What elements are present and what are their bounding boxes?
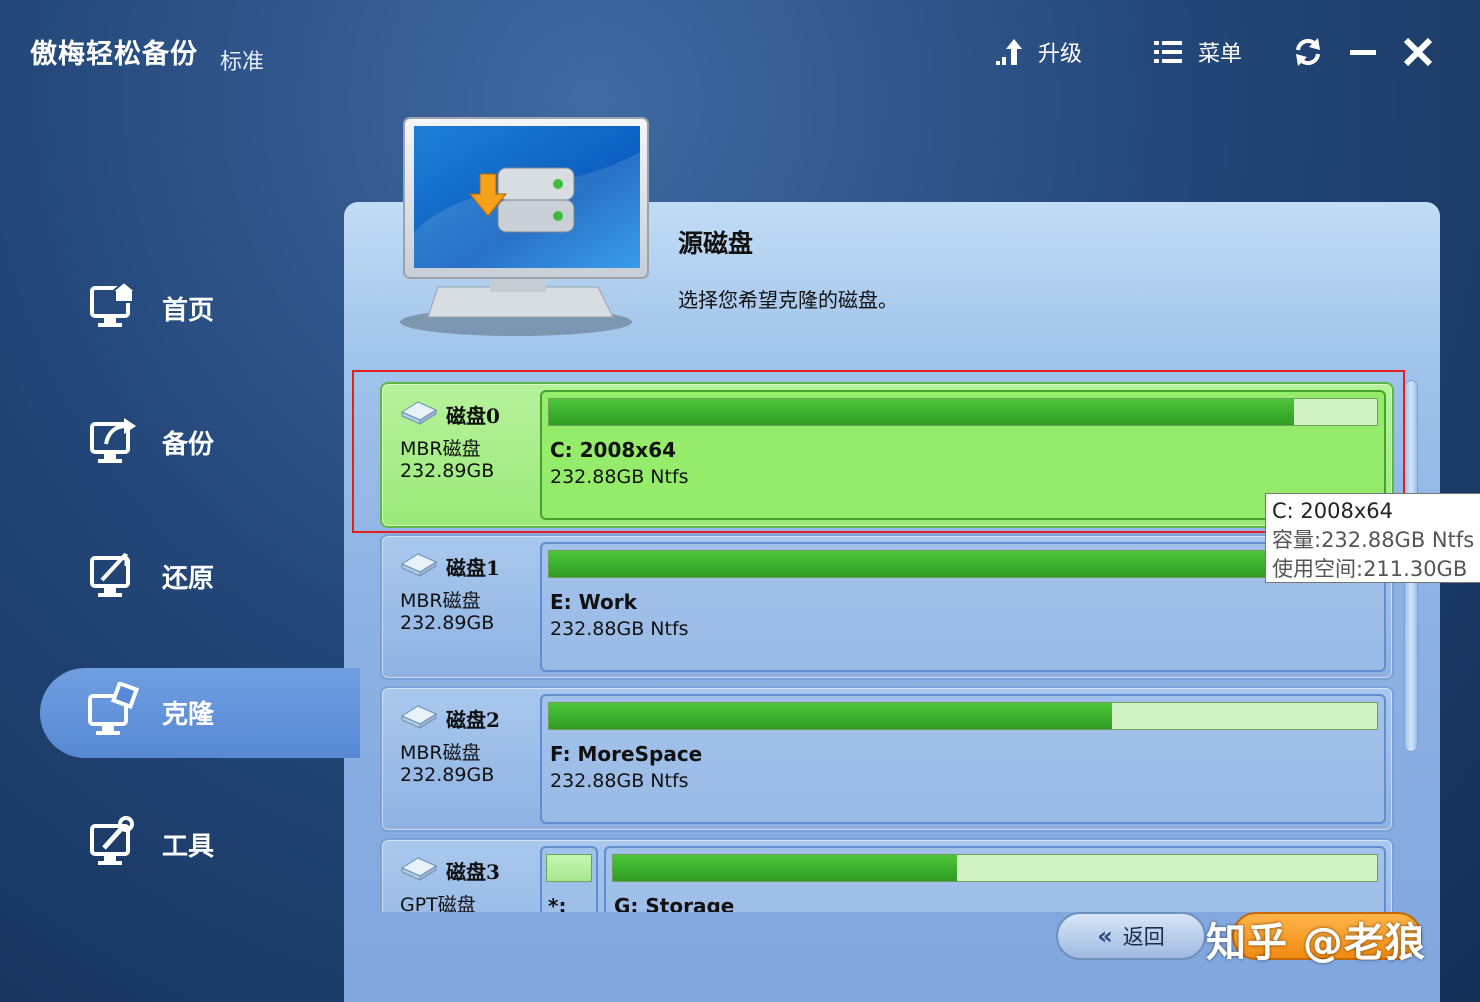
usage-bar (546, 854, 592, 882)
disk-icon (400, 857, 438, 881)
usage-bar (548, 550, 1378, 578)
nav-label-clone: 克隆 (162, 699, 215, 730)
disk-type: MBR磁盘 (400, 438, 481, 460)
refresh-icon[interactable] (1290, 34, 1326, 70)
upgrade-label: 升级 (1038, 42, 1083, 67)
disk-name: 磁盘2 (446, 708, 500, 732)
clone-monitor-icon (88, 682, 140, 735)
double-chevron-left-icon: « (1097, 922, 1113, 950)
disk-size: 232.89GB (400, 764, 495, 786)
disk-icon (400, 553, 438, 577)
disk-name: 磁盘0 (446, 404, 500, 428)
usage-fill (549, 551, 1295, 577)
nav-label-restore: 还原 (162, 563, 215, 594)
backup-monitor-icon (90, 418, 136, 463)
partition-size: 232.88GB Ntfs (550, 770, 689, 792)
upgrade-icon (996, 39, 1022, 65)
disk-card-0[interactable]: 磁盘0 MBR磁盘 232.89GB C: 2008x64 232.88GB N… (380, 382, 1394, 528)
partition-f[interactable]: F: MoreSpace 232.88GB Ntfs (540, 694, 1386, 824)
usage-fill (549, 703, 1113, 729)
usage-fill (547, 855, 591, 881)
menu-label: 菜单 (1198, 42, 1243, 67)
back-label: 返回 (1122, 925, 1165, 949)
close-icon[interactable] (1400, 34, 1436, 70)
disk-size: 232.89GB (400, 460, 495, 482)
menu-list-icon (1154, 41, 1182, 63)
tooltip-used: 使用空间:211.30GB (1272, 557, 1468, 581)
disk-card-1[interactable]: 磁盘1 MBR磁盘 232.89GB E: Work 232.88GB Ntfs (380, 534, 1394, 680)
tooltip-capacity: 容量:232.88GB Ntfs (1272, 528, 1475, 552)
app-window: 傲梅轻松备份 标准 升级 菜单 首页 备份 还原 克隆 工具 源磁盘 选择您希望… (0, 0, 1480, 1002)
disk-card-3[interactable]: 磁盘3 GPT磁盘 *: G: Storage (380, 838, 1394, 912)
back-button[interactable]: « 返回 (1056, 912, 1206, 960)
disk-type: GPT磁盘 (400, 894, 476, 912)
tools-monitor-icon (90, 816, 134, 865)
partition-tooltip: C: 2008x64 容量:232.88GB Ntfs 使用空间:211.30G… (1265, 493, 1480, 583)
partition-size: 232.88GB Ntfs (550, 618, 689, 640)
nav-label-tools: 工具 (162, 831, 215, 862)
disk-name: 磁盘3 (446, 860, 500, 884)
partition-label: F: MoreSpace (550, 742, 703, 766)
minimize-icon[interactable] (1346, 34, 1382, 70)
partition-label: *: (548, 894, 567, 912)
app-title: 傲梅轻松备份 (30, 39, 198, 70)
nav-item-backup[interactable]: 备份 (40, 398, 350, 486)
disk-list: 磁盘0 MBR磁盘 232.89GB C: 2008x64 232.88GB N… (380, 380, 1396, 912)
tooltip-title: C: 2008x64 (1272, 499, 1394, 523)
partition-star[interactable]: *: (540, 846, 598, 912)
section-title: 源磁盘 (678, 229, 754, 258)
app-edition: 标准 (220, 50, 265, 75)
disk-card-2[interactable]: 磁盘2 MBR磁盘 232.89GB F: MoreSpace 232.88GB… (380, 686, 1394, 832)
disk-type: MBR磁盘 (400, 590, 481, 612)
partition-e[interactable]: E: Work 232.88GB Ntfs (540, 542, 1386, 672)
partition-g[interactable]: G: Storage (604, 846, 1386, 912)
partition-label: E: Work (550, 590, 637, 614)
partition-label: G: Storage (614, 894, 735, 912)
partition-label: C: 2008x64 (550, 438, 677, 462)
disk-type: MBR磁盘 (400, 742, 481, 764)
clone-disk-illustration (400, 117, 649, 336)
usage-bar (548, 702, 1378, 730)
disk-size: 232.89GB (400, 612, 495, 634)
watermark: 知乎 @老狼 (1206, 920, 1426, 966)
partition-c[interactable]: C: 2008x64 232.88GB Ntfs (540, 390, 1386, 520)
section-description: 选择您希望克隆的磁盘。 (678, 288, 898, 312)
usage-bar (548, 398, 1378, 426)
nav-label-backup: 备份 (162, 429, 215, 460)
disk-icon (400, 705, 438, 729)
disk-name: 磁盘1 (446, 556, 500, 580)
nav-item-clone[interactable]: 克隆 (40, 668, 350, 756)
nav-label-home: 首页 (162, 295, 215, 326)
usage-fill (549, 399, 1295, 425)
usage-bar (612, 854, 1378, 882)
menu-button[interactable]: 菜单 (1154, 32, 1242, 72)
usage-fill (613, 855, 957, 881)
restore-monitor-icon (90, 552, 130, 597)
nav-item-restore[interactable]: 还原 (40, 532, 350, 620)
disk-icon (400, 401, 438, 425)
nav-item-home[interactable]: 首页 (40, 264, 350, 352)
nav-item-tools[interactable]: 工具 (40, 800, 350, 888)
upgrade-button[interactable]: 升级 (994, 32, 1082, 72)
home-monitor-icon (90, 280, 139, 327)
partition-size: 232.88GB Ntfs (550, 466, 689, 488)
